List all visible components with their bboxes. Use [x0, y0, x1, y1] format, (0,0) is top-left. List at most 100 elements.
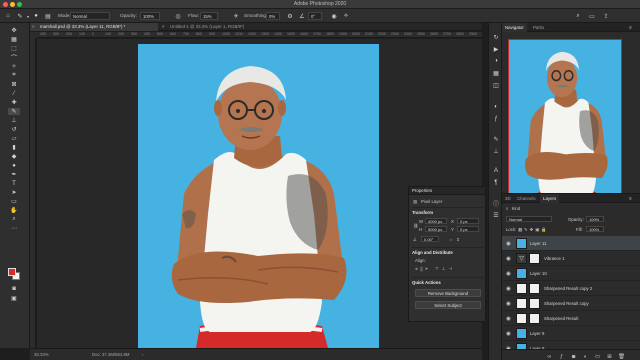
layer-thumbnail[interactable] [516, 268, 527, 279]
layer-row[interactable]: ◉ Layer 9 [502, 326, 640, 341]
pressure-size-icon[interactable]: ◉ [330, 12, 338, 20]
width-field[interactable]: 4000 px [425, 218, 447, 224]
align-buttons[interactable]: ⫷⫼⫸ ⊤⊥⊣ [415, 266, 455, 272]
flow-field[interactable]: 15% [200, 12, 218, 20]
horizontal-ruler[interactable]: 400 300 200 100 0 100 200 300 400 500 600 700 800 900… [38, 32, 482, 38]
symmetry-icon[interactable]: ⟡ [342, 12, 350, 20]
blend-mode-select[interactable]: Normal [506, 216, 552, 222]
layer-opacity-field[interactable]: 100% [586, 216, 604, 222]
height-field[interactable]: 5000 px [425, 226, 447, 232]
pen-tool-icon[interactable]: ✒ [8, 171, 20, 178]
document-size[interactable]: Doc: 37.2M/663.8M [92, 352, 130, 357]
close-tab-icon[interactable]: × [32, 23, 35, 31]
opacity-field[interactable]: 100% [140, 12, 160, 20]
layer-mask-thumbnail[interactable] [529, 253, 540, 264]
new-layer-icon[interactable]: ⊞ [606, 353, 613, 360]
align-distribute-heading[interactable]: Align and Distribute [412, 250, 453, 255]
document-image[interactable] [138, 44, 379, 348]
paragraph-icon[interactable]: ¶ [492, 179, 500, 187]
path-selection-tool-icon[interactable]: ➤ [8, 189, 20, 196]
layer-style-icon[interactable]: ƒ [558, 353, 565, 360]
link-layers-icon[interactable]: ∞ [546, 353, 553, 360]
close-tab-icon[interactable]: × [162, 23, 165, 31]
artboard-tool-icon[interactable]: ▦ [8, 36, 20, 43]
trash-icon[interactable]: 🗑 [618, 353, 625, 360]
foreground-color-swatch[interactable] [8, 268, 16, 276]
pressure-opacity-icon[interactable]: ◎ [174, 12, 182, 20]
visibility-eye-icon[interactable]: ◉ [505, 285, 512, 292]
layer-thumbnail[interactable] [516, 328, 527, 339]
layer-name[interactable]: Sharpened Result copy 2 [544, 286, 592, 291]
visibility-eye-icon[interactable]: ◉ [505, 330, 512, 337]
tab-3d[interactable]: 3D [502, 194, 514, 203]
visibility-eye-icon[interactable]: ◉ [505, 240, 512, 247]
brushes-icon[interactable]: ✎ [492, 135, 500, 143]
dodge-tool-icon[interactable]: ● [8, 162, 20, 169]
flip-icons[interactable]: ⇔⇕ [449, 237, 463, 243]
brush-size-icon[interactable]: ● [32, 12, 40, 20]
angle-icon[interactable]: ∠ [298, 12, 306, 20]
zoom-level[interactable]: 33.33% [34, 352, 49, 357]
layer-row[interactable]: ◉ Layer 10 [502, 266, 640, 281]
marquee-tool-icon[interactable]: ⬚ [8, 45, 20, 52]
type-tool-icon[interactable]: T [8, 180, 20, 187]
healing-brush-tool-icon[interactable]: ✚ [8, 99, 20, 106]
brush-tool-icon[interactable]: ✎ [8, 108, 20, 115]
panel-menu-icon[interactable]: ≡ [626, 194, 635, 203]
document-tab-active[interactable]: × marshall.psd @ 33.3% (Layer 11, RGB/8*… [30, 23, 158, 31]
layer-row[interactable]: ◉ Sharpened Result copy [502, 296, 640, 311]
history-icon[interactable]: ↻ [492, 33, 500, 41]
eyedropper-tool-icon[interactable]: ⁄ [8, 90, 20, 97]
character-icon[interactable]: A [492, 167, 500, 175]
share-icon[interactable]: ⇪ [602, 12, 610, 20]
visibility-eye-icon[interactable]: ◉ [505, 315, 512, 322]
layer-thumbnail[interactable] [516, 238, 527, 249]
properties-icon[interactable]: ☰ [492, 211, 500, 219]
layer-thumbnail[interactable] [516, 298, 527, 309]
layer-row[interactable]: ◉ Sharpened Result [502, 311, 640, 326]
properties-header[interactable]: Properties [409, 187, 485, 195]
vertical-ruler[interactable] [30, 38, 36, 348]
chevron-down-icon[interactable]: ▾ [24, 12, 32, 20]
brush-tool-preset-icon[interactable]: ✎ [16, 12, 24, 20]
layer-thumbnail[interactable] [516, 313, 527, 324]
layer-mask-thumbnail[interactable] [529, 283, 540, 294]
eraser-tool-icon[interactable]: ▱ [8, 135, 20, 142]
tab-channels[interactable]: Channels [514, 194, 539, 203]
libraries-icon[interactable]: ◫ [492, 81, 500, 89]
layer-name[interactable]: Layer 10 [530, 271, 547, 276]
blur-tool-icon[interactable]: ◆ [8, 153, 20, 160]
add-mask-icon[interactable]: ◙ [570, 353, 577, 360]
layer-row[interactable]: ◉ Layer 11 [502, 236, 640, 251]
clone-source-icon[interactable]: ⊥ [492, 147, 500, 155]
visibility-eye-icon[interactable]: ◉ [505, 270, 512, 277]
x-field[interactable]: 0 px [457, 218, 479, 224]
visibility-eye-icon[interactable]: ◉ [505, 255, 512, 262]
hand-tool-icon[interactable]: ✋ [8, 207, 20, 214]
adjustment-layer-icon[interactable]: ◐ [582, 353, 589, 360]
transform-heading[interactable]: Transform [412, 210, 433, 215]
angle-field[interactable]: 0.00° [421, 236, 439, 242]
layer-name[interactable]: Sharpened Result copy [544, 301, 589, 306]
swatches-icon[interactable]: ▦ [492, 69, 500, 77]
tab-paths[interactable]: Paths [530, 23, 547, 32]
crop-tool-icon[interactable]: ⌗ [8, 72, 20, 79]
layer-thumbnail[interactable]: ▽ [516, 253, 527, 264]
zoom-tool-icon[interactable]: ⌕ [8, 216, 20, 223]
quick-select-tool-icon[interactable]: ✧ [8, 63, 20, 70]
panel-menu-icon[interactable]: ≡ [626, 23, 635, 32]
visibility-eye-icon[interactable]: ◉ [505, 300, 512, 307]
filter-kind-select[interactable]: Kind [512, 206, 521, 211]
frame-tool-icon[interactable]: ⊠ [8, 81, 20, 88]
styles-icon[interactable]: ƒ [492, 115, 500, 123]
layer-mask-thumbnail[interactable] [529, 313, 540, 324]
move-tool-icon[interactable]: ✥ [8, 27, 20, 34]
new-group-icon[interactable]: ▭ [594, 353, 601, 360]
home-icon[interactable]: ⌂ [4, 12, 12, 20]
tab-layers[interactable]: Layers [540, 194, 560, 203]
airbrush-icon[interactable]: ✈ [232, 12, 240, 20]
clone-stamp-tool-icon[interactable]: ⊥ [8, 117, 20, 124]
quick-actions-heading[interactable]: Quick Actions [412, 280, 441, 285]
gradient-tool-icon[interactable]: ▮ [8, 144, 20, 151]
remove-background-button[interactable]: Remove Background [415, 289, 481, 297]
